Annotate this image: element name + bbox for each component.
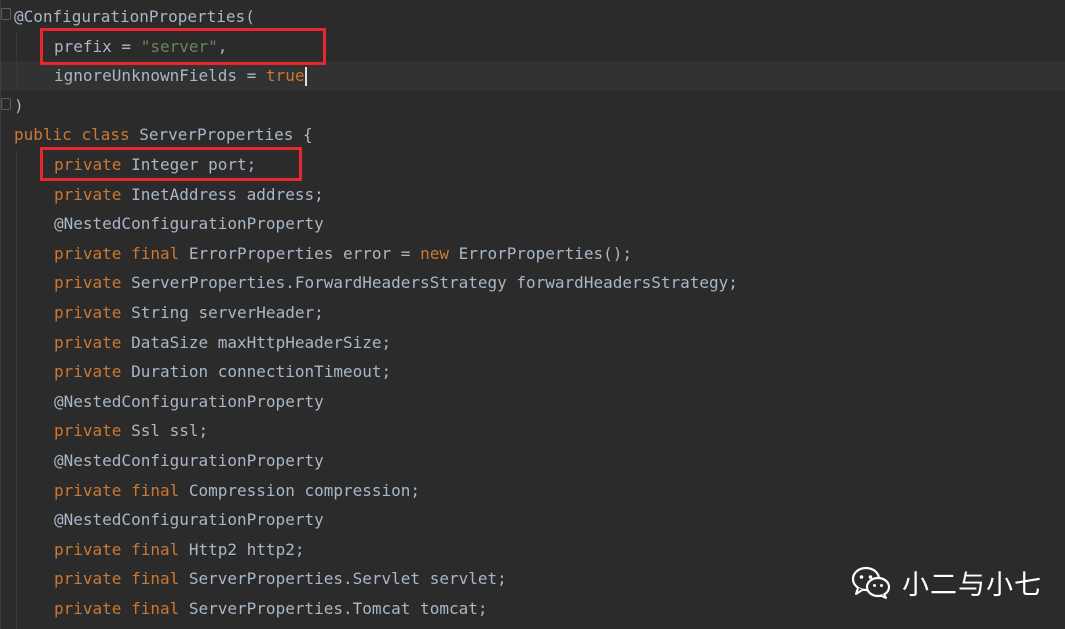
code-line-field: private String serverHeader;	[14, 298, 324, 328]
modifier-keyword: private	[54, 332, 122, 352]
ignore-key: ignoreUnknownFields =	[54, 66, 266, 85]
modifier-keyword: private final	[54, 569, 180, 589]
fold-marker-icon[interactable]	[1, 8, 11, 20]
annotation-token: @NestedConfigurationProperty	[54, 214, 324, 234]
modifier-keyword: private final	[54, 539, 180, 559]
modifier-keyword: private	[54, 273, 122, 293]
highlight-box-port	[40, 147, 302, 181]
watermark: 小二与小七	[850, 560, 1042, 604]
field-declaration: ErrorProperties error =	[179, 243, 421, 263]
annotation-token: @ConfigurationProperties(	[14, 7, 255, 26]
close-paren: )	[14, 96, 24, 115]
code-line-field: private ServerProperties.ForwardHeadersS…	[14, 268, 738, 298]
code-editor[interactable]: @ConfigurationProperties( prefix = "serv…	[0, 0, 1065, 629]
code-line-field: @NestedConfigurationProperty	[14, 446, 324, 476]
text-caret	[305, 67, 308, 86]
field-declaration: String serverHeader;	[121, 303, 324, 322]
code-line-field: private Ssl ssl;	[14, 416, 208, 446]
code-line-field: @NestedConfigurationProperty	[14, 387, 324, 417]
code-line-ignore-unknown: ignoreUnknownFields = true	[14, 61, 308, 91]
annotation-token: @NestedConfigurationProperty	[54, 451, 324, 470]
modifier-keyword: private	[54, 184, 122, 204]
modifier-keyword: private final	[54, 480, 180, 500]
field-declaration: Duration connectionTimeout;	[121, 362, 392, 382]
code-line-field: private final ServerProperties.Servlet s…	[14, 564, 507, 594]
code-line-field: @NestedConfigurationProperty	[14, 505, 324, 535]
code-line-field: private Duration connectionTimeout;	[14, 357, 391, 387]
code-line-field: private final Compression compression;	[14, 476, 420, 506]
gutter-divider	[0, 0, 1, 629]
field-declaration: Ssl ssl;	[121, 421, 209, 441]
field-declaration: InetAddress address;	[121, 184, 324, 204]
public-keyword: public	[14, 125, 72, 144]
highlight-box-prefix	[40, 28, 326, 65]
new-keyword: new	[420, 243, 449, 263]
class-keyword: class	[81, 125, 130, 144]
ignore-value: true	[265, 66, 305, 85]
annotation-token: @NestedConfigurationProperty	[54, 391, 324, 411]
modifier-keyword: private	[54, 303, 122, 322]
fold-marker-icon[interactable]	[1, 98, 11, 110]
code-line-close-paren: )	[14, 91, 24, 121]
code-line-field: private DataSize maxHttpHeaderSize;	[14, 328, 391, 358]
constructor-call: ErrorProperties();	[448, 243, 632, 263]
annotation-token: @NestedConfigurationProperty	[54, 510, 324, 530]
modifier-keyword: private	[54, 362, 122, 382]
watermark-text: 小二与小七	[902, 569, 1042, 601]
field-declaration: ServerProperties.ForwardHeadersStrategy …	[121, 273, 738, 293]
modifier-keyword: private	[54, 421, 122, 441]
class-name: ServerProperties {	[129, 125, 313, 144]
modifier-keyword: private final	[54, 243, 180, 263]
wechat-icon	[851, 566, 891, 599]
code-line-field: @NestedConfigurationProperty	[14, 209, 324, 239]
field-declaration: Http2 http2;	[179, 539, 305, 559]
field-declaration: DataSize maxHttpHeaderSize;	[121, 332, 392, 352]
field-declaration: Compression compression;	[179, 480, 421, 500]
code-line-field: private final ServerProperties.Tomcat to…	[14, 594, 487, 624]
code-line-field: private final ErrorProperties error = ne…	[14, 239, 632, 269]
code-line-field: private InetAddress address;	[14, 180, 324, 210]
modifier-keyword: private final	[54, 599, 180, 618]
code-line-class-decl: public class ServerProperties {	[14, 120, 313, 150]
field-declaration: ServerProperties.Tomcat tomcat;	[179, 599, 488, 618]
field-declaration: ServerProperties.Servlet servlet;	[179, 569, 507, 589]
code-line-field: private final Http2 http2;	[14, 535, 304, 565]
